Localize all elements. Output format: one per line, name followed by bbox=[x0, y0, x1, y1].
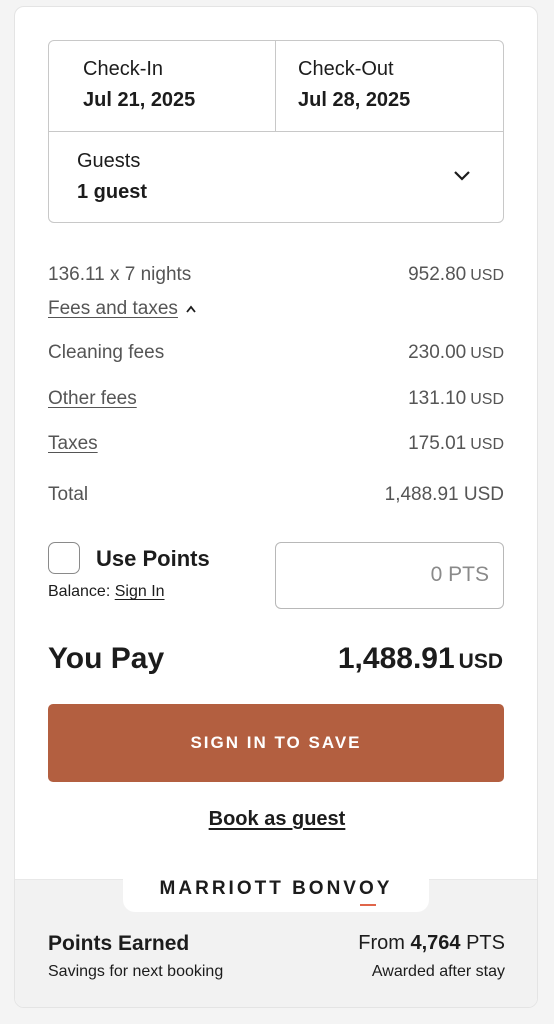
cleaning-fees-amount: 230.00 USD bbox=[408, 342, 504, 363]
checkin-label: Check-In bbox=[83, 58, 164, 80]
chevron-up-icon bbox=[186, 305, 196, 313]
balance-label: Balance: bbox=[48, 583, 111, 600]
fees-toggle-label[interactable]: Fees and taxes bbox=[48, 298, 178, 319]
nightly-row: 136.11 x 7 nights 952.80 USD bbox=[48, 264, 504, 292]
chevron-down-icon bbox=[454, 171, 470, 181]
checkin-field[interactable]: Check-In Jul 21, 2025 bbox=[49, 41, 276, 131]
fees-toggle-row: Fees and taxes bbox=[48, 298, 504, 326]
you-pay-amount: 1,488.91 USD bbox=[337, 642, 503, 675]
use-points-checkbox[interactable] bbox=[48, 542, 80, 574]
booking-card: Check-In Jul 21, 2025 Check-Out Jul 28, … bbox=[14, 6, 538, 1008]
points-earned-title: Points Earned bbox=[48, 932, 190, 955]
checkout-label: Check-Out bbox=[298, 58, 394, 80]
guests-dropdown[interactable]: Guests 1 guest bbox=[49, 131, 503, 222]
points-earned-subtitle: Savings for next booking bbox=[48, 963, 224, 980]
points-input[interactable]: 0 PTS bbox=[275, 542, 504, 609]
guests-label: Guests bbox=[77, 150, 141, 172]
other-fees-amount: 131.10 USD bbox=[408, 388, 504, 409]
taxes-amount: 175.01 USD bbox=[408, 433, 504, 454]
bonvoy-points-panel: MARRIOTT BONVOY Points Earned Savings fo… bbox=[15, 866, 537, 1007]
points-balance: Balance: Sign In bbox=[48, 583, 165, 601]
nightly-amount: 952.80 USD bbox=[408, 264, 504, 285]
taxes-link[interactable]: Taxes bbox=[48, 433, 98, 455]
taxes-row: Taxes 175.01 USD bbox=[48, 433, 504, 461]
balance-sign-in-link[interactable]: Sign In bbox=[115, 583, 165, 600]
fees-toggle[interactable]: Fees and taxes bbox=[48, 298, 196, 320]
sign-in-to-save-button[interactable]: SIGN IN TO SAVE bbox=[48, 704, 504, 782]
total-amount: 1,488.91 USD bbox=[384, 484, 504, 505]
points-earned-value: From 4,764 PTS bbox=[358, 932, 505, 954]
total-label: Total bbox=[48, 484, 89, 505]
you-pay-label: You Pay bbox=[48, 642, 165, 675]
marriott-bonvoy-logo: MARRIOTT BONVOY bbox=[123, 866, 429, 912]
points-earned-note: Awarded after stay bbox=[371, 963, 505, 980]
checkin-value: Jul 21, 2025 bbox=[83, 89, 196, 111]
cleaning-fees-row: Cleaning fees 230.00 USD bbox=[48, 342, 504, 370]
book-as-guest-link[interactable]: Book as guest bbox=[15, 808, 537, 831]
booking-box: Check-In Jul 21, 2025 Check-Out Jul 28, … bbox=[48, 40, 504, 223]
total-row: Total 1,488.91 USD bbox=[48, 484, 504, 512]
use-points-label: Use Points bbox=[96, 546, 210, 571]
nightly-label: 136.11 x 7 nights bbox=[48, 264, 192, 285]
checkout-value: Jul 28, 2025 bbox=[298, 89, 411, 111]
guests-value: 1 guest bbox=[77, 181, 148, 203]
cleaning-fees-label: Cleaning fees bbox=[48, 342, 165, 363]
other-fees-link[interactable]: Other fees bbox=[48, 388, 137, 410]
other-fees-row: Other fees 131.10 USD bbox=[48, 388, 504, 416]
checkout-field[interactable]: Check-Out Jul 28, 2025 bbox=[276, 41, 503, 131]
